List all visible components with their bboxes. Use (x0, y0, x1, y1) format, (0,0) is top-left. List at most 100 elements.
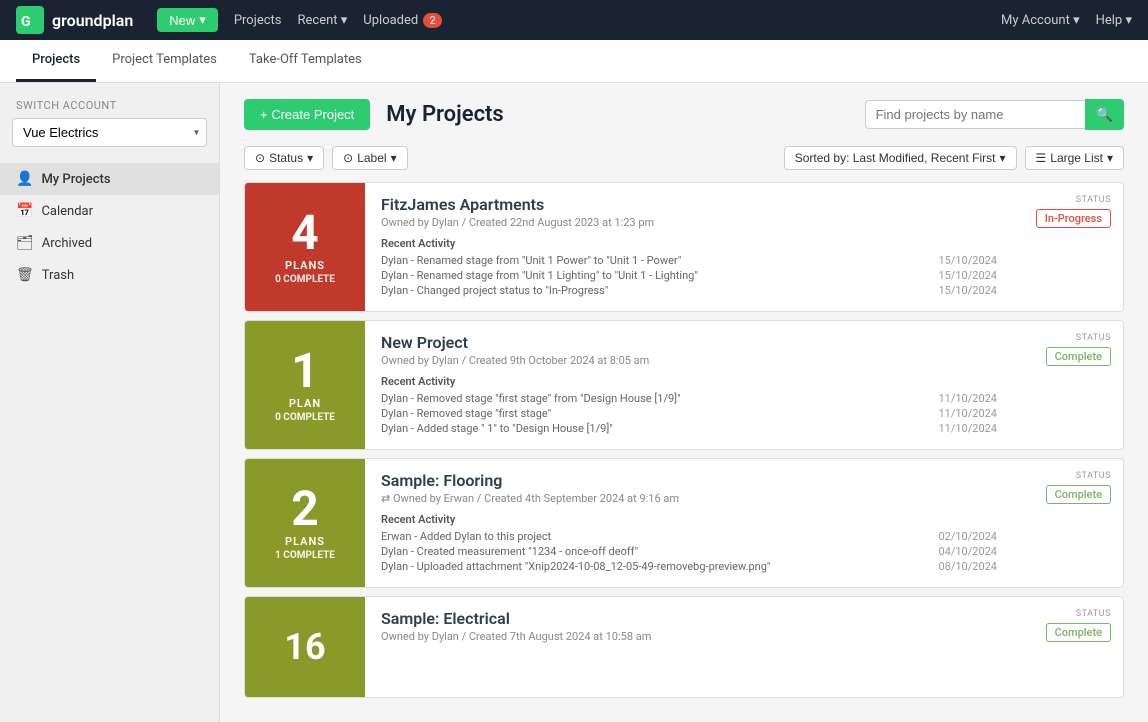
project-status-new-project: STATUS Complete (1013, 321, 1123, 449)
sidebar-item-trash[interactable]: 🗑 Trash (0, 259, 219, 291)
status-filter-icon: ⊙ (255, 151, 265, 165)
new-button[interactable]: New ▾ (157, 8, 218, 32)
logo-area: G groundplan (16, 6, 133, 34)
sort-label: Sorted by: Last Modified, Recent First (795, 151, 996, 165)
list-item: Dylan - Renamed stage from "Unit 1 Light… (381, 269, 997, 282)
trash-icon: 🗑 (16, 267, 34, 283)
status-filter-button[interactable]: ⊙ Status ▾ (244, 146, 324, 170)
create-project-button[interactable]: + Create Project (244, 99, 370, 130)
status-filter-chevron-icon: ▾ (307, 151, 313, 165)
filter-right: Sorted by: Last Modified, Recent First ▾… (784, 146, 1124, 170)
tab-projects[interactable]: Projects (16, 40, 96, 82)
sidebar-item-archived[interactable]: 🗂 Archived (0, 227, 219, 259)
tab-project-templates[interactable]: Project Templates (96, 40, 233, 82)
label-filter-chevron-icon: ▾ (391, 151, 397, 165)
help-nav-link[interactable]: Help ▾ (1096, 13, 1132, 28)
activity-label-new-project: Recent Activity (381, 375, 997, 388)
sidebar-my-projects-label: My Projects (41, 172, 110, 187)
new-button-label: New (169, 13, 195, 28)
account-select[interactable]: Vue Electrics (12, 118, 207, 147)
projects-nav-link[interactable]: Projects (234, 13, 282, 28)
search-input[interactable] (865, 100, 1085, 129)
project-meta-flooring: ⇄ Owned by Erwan / Created 4th September… (381, 492, 997, 505)
help-chevron-icon: ▾ (1125, 13, 1132, 28)
switch-account-label: Switch Account (0, 99, 219, 112)
project-name-new-project: New Project (381, 333, 997, 352)
view-label: Large List (1050, 151, 1103, 165)
sub-nav: Projects Project Templates Take-Off Temp… (0, 40, 1148, 83)
project-status-electrical: STATUS Complete (1013, 597, 1123, 697)
activity-label-flooring: Recent Activity (381, 513, 997, 526)
project-meta-new-project: Owned by Dylan / Created 9th October 202… (381, 354, 997, 367)
search-icon: 🔍 (1096, 106, 1113, 122)
list-item: Dylan - Added stage " 1" to "Design Hous… (381, 422, 997, 435)
uploaded-badge: 2 (423, 13, 441, 28)
activity-label-fitzjames: Recent Activity (381, 237, 997, 250)
project-status-flooring: STATUS Complete (1013, 459, 1123, 587)
svg-text:G: G (21, 14, 31, 30)
project-meta-fitzjames: Owned by Dylan / Created 22nd August 202… (381, 216, 997, 229)
list-item: Dylan - Removed stage "first stage" 11/1… (381, 407, 997, 420)
user-icon: 👤 (16, 171, 33, 187)
status-badge: Complete (1046, 485, 1111, 504)
projects-list: 4 PLANS 0 COMPLETE FitzJames Apartments … (244, 182, 1124, 698)
project-name-electrical: Sample: Electrical (381, 609, 997, 628)
table-row[interactable]: 4 PLANS 0 COMPLETE FitzJames Apartments … (244, 182, 1124, 312)
project-thumb-electrical: 16 (245, 597, 365, 697)
logo-icon: G (16, 6, 44, 34)
table-row[interactable]: 2 PLANS 1 COMPLETE Sample: Flooring ⇄ Ow… (244, 458, 1124, 588)
filter-left: ⊙ Status ▾ ⊙ Label ▾ (244, 146, 408, 170)
page-title: My Projects (386, 102, 503, 127)
search-wrapper: 🔍 (865, 99, 1124, 130)
filter-bar: ⊙ Status ▾ ⊙ Label ▾ Sorted by: Last Mod… (244, 146, 1124, 170)
main-layout: Switch Account Vue Electrics ▾ 👤 My Proj… (0, 83, 1148, 722)
sidebar-calendar-label: Calendar (41, 204, 93, 219)
view-chevron-icon: ▾ (1107, 151, 1113, 165)
shared-icon: ⇄ (381, 492, 393, 505)
project-info-flooring: Sample: Flooring ⇄ Owned by Erwan / Crea… (365, 459, 1013, 587)
label-filter-label: Label (357, 151, 386, 165)
table-row[interactable]: 1 PLAN 0 COMPLETE New Project Owned by D… (244, 320, 1124, 450)
project-info-new-project: New Project Owned by Dylan / Created 9th… (365, 321, 1013, 449)
sidebar: Switch Account Vue Electrics ▾ 👤 My Proj… (0, 83, 220, 722)
account-select-wrapper: Vue Electrics ▾ (12, 118, 207, 147)
label-filter-icon: ⊙ (343, 151, 353, 165)
project-thumb-new-project: 1 PLAN 0 COMPLETE (245, 321, 365, 449)
project-status-fitzjames: STATUS In-Progress (1013, 183, 1123, 311)
project-thumb-fitzjames: 4 PLANS 0 COMPLETE (245, 183, 365, 311)
list-item: Dylan - Changed project status to "In-Pr… (381, 284, 997, 297)
sort-chevron-icon: ▾ (999, 151, 1005, 165)
sidebar-trash-label: Trash (42, 268, 74, 283)
search-button[interactable]: 🔍 (1085, 99, 1124, 130)
project-thumb-flooring: 2 PLANS 1 COMPLETE (245, 459, 365, 587)
list-item: Dylan - Created measurement "1234 - once… (381, 545, 997, 558)
project-meta-electrical: Owned by Dylan / Created 7th August 2024… (381, 630, 997, 643)
account-chevron-icon: ▾ (1073, 13, 1080, 28)
logo-text: groundplan (52, 11, 133, 30)
account-nav-link[interactable]: My Account ▾ (1001, 13, 1080, 28)
status-badge: Complete (1046, 623, 1111, 642)
uploaded-nav-link[interactable]: Uploaded 2 (363, 13, 441, 28)
sort-button[interactable]: Sorted by: Last Modified, Recent First ▾ (784, 146, 1017, 170)
table-row[interactable]: 16 Sample: Electrical Owned by Dylan / C… (244, 596, 1124, 698)
list-item: Erwan - Added Dylan to this project 02/1… (381, 530, 997, 543)
label-filter-button[interactable]: ⊙ Label ▾ (332, 146, 407, 170)
project-name-fitzjames: FitzJames Apartments (381, 195, 997, 214)
recent-chevron-icon: ▾ (341, 13, 348, 28)
sidebar-archived-label: Archived (42, 236, 92, 251)
project-info-fitzjames: FitzJames Apartments Owned by Dylan / Cr… (365, 183, 1013, 311)
list-item: Dylan - Removed stage "first stage" from… (381, 392, 997, 405)
content-header: + Create Project My Projects 🔍 (244, 99, 1124, 130)
content-area: + Create Project My Projects 🔍 ⊙ Status … (220, 83, 1148, 722)
sidebar-item-calendar[interactable]: 📅 Calendar (0, 195, 219, 227)
view-icon: ☰ (1036, 151, 1047, 165)
new-chevron-icon: ▾ (199, 12, 206, 28)
tab-takeoff-templates[interactable]: Take-Off Templates (233, 40, 378, 82)
sidebar-item-my-projects[interactable]: 👤 My Projects (0, 163, 219, 195)
recent-nav-link[interactable]: Recent ▾ (297, 13, 347, 28)
list-item: Dylan - Uploaded attachment "Xnip2024-10… (381, 560, 997, 573)
calendar-icon: 📅 (16, 203, 33, 219)
project-info-electrical: Sample: Electrical Owned by Dylan / Crea… (365, 597, 1013, 697)
view-button[interactable]: ☰ Large List ▾ (1025, 146, 1125, 170)
project-name-flooring: Sample: Flooring (381, 471, 997, 490)
